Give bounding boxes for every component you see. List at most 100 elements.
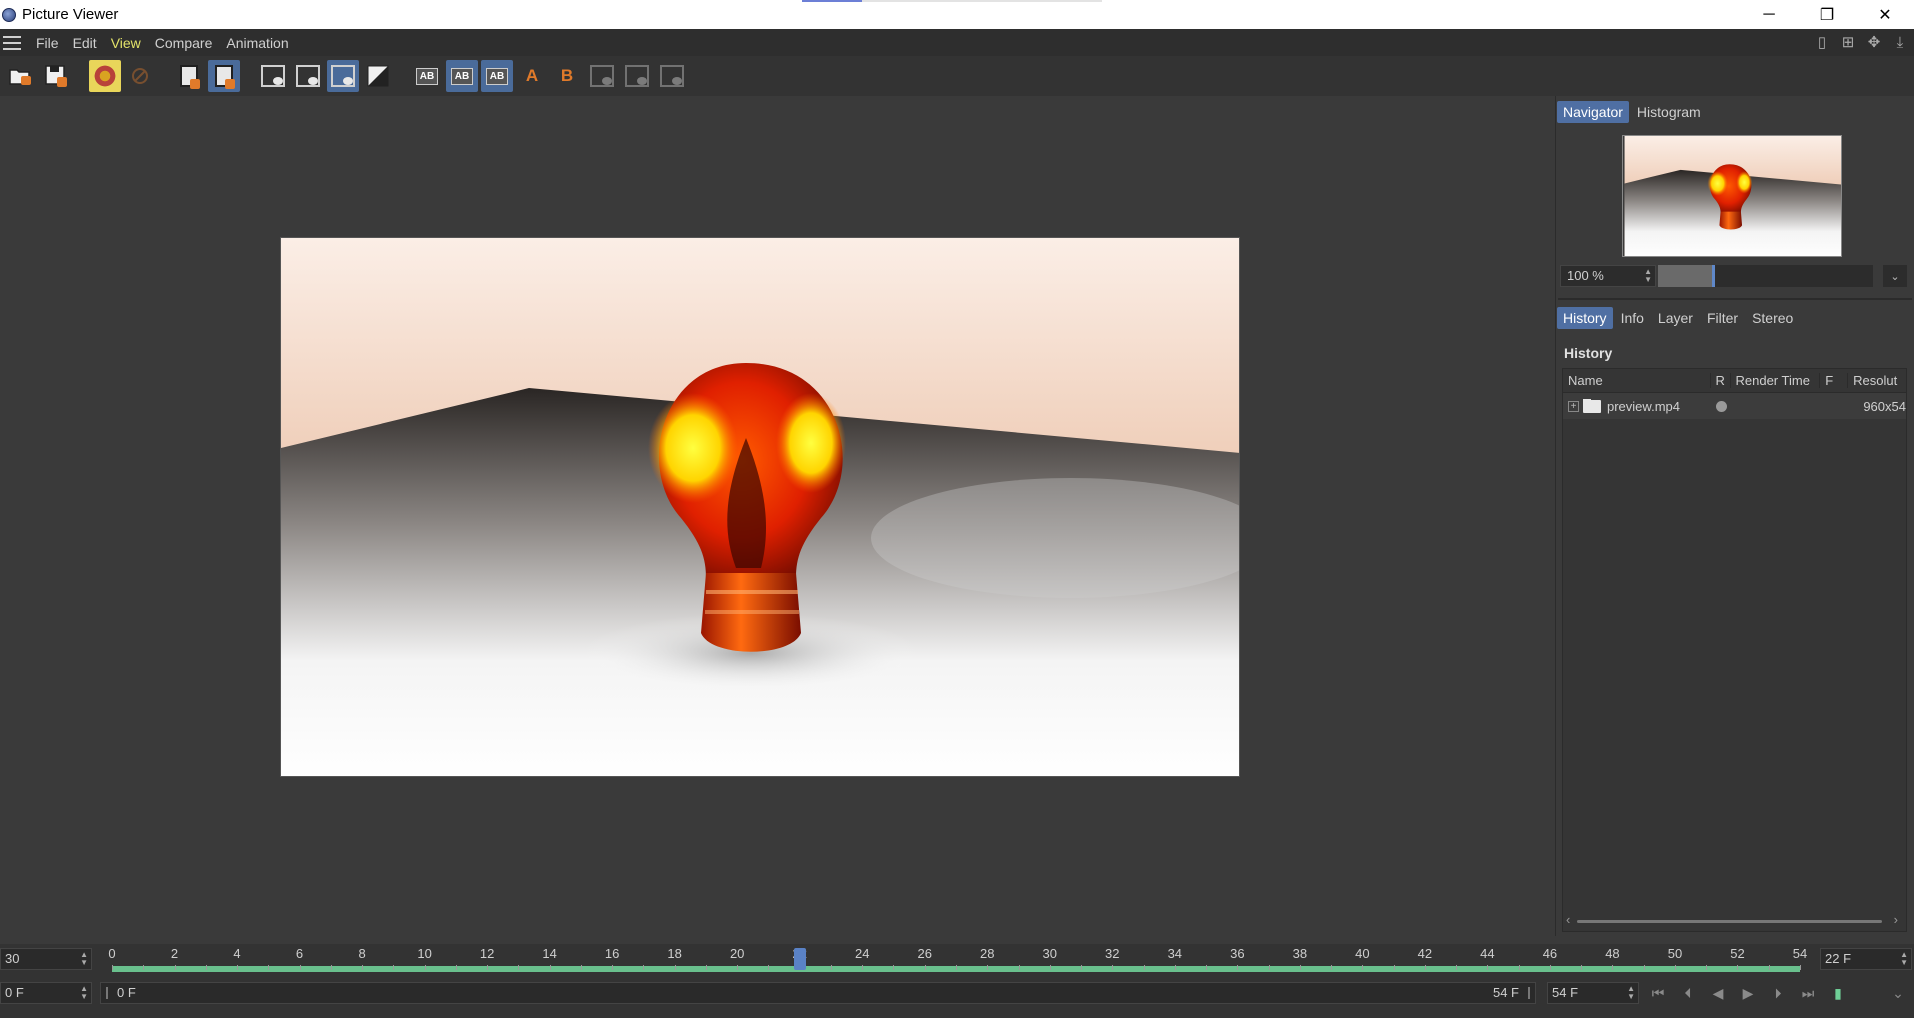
timeline-tick-label: 20 (729, 946, 745, 961)
range-start-handle[interactable] (106, 987, 108, 999)
close-button[interactable]: ✕ (1856, 0, 1914, 29)
preview-range-bar[interactable]: 0 F 54 F (100, 982, 1536, 1004)
image-viewport[interactable] (0, 96, 1560, 936)
documents-icon (215, 65, 235, 89)
playhead[interactable] (793, 948, 806, 970)
toolbar: AB AB AB A B (0, 56, 1914, 96)
zoom-slider-fill (1658, 265, 1714, 287)
current-frame-field[interactable]: 22 F ▲ ▼ (1820, 948, 1912, 970)
column-name[interactable]: Name (1563, 373, 1711, 388)
horizontal-scrollbar[interactable]: ‹ › (1563, 912, 1906, 927)
panel-layout-icon[interactable]: ▯ (1812, 33, 1832, 51)
timeline-tick (424, 965, 426, 970)
ab-overlay-icon: AB (485, 67, 509, 85)
play-backward-icon[interactable]: ◀ (1706, 982, 1730, 1004)
timeline-tick-label: 8 (358, 946, 366, 961)
menu-compare[interactable]: Compare (148, 35, 220, 51)
remove-image-button[interactable] (173, 60, 205, 92)
frame-eye-icon (261, 65, 285, 87)
restore-button[interactable]: ❐ (1798, 0, 1856, 29)
tab-stereo[interactable]: Stereo (1746, 307, 1799, 329)
column-r[interactable]: R (1711, 373, 1731, 388)
column-render-time[interactable]: Render Time (1731, 373, 1821, 388)
end-frame-spinner-icon[interactable]: ▲ ▼ (1627, 985, 1635, 1001)
tab-navigator[interactable]: Navigator (1557, 101, 1629, 123)
set-b-button[interactable]: B (551, 60, 583, 92)
start-frame-field[interactable]: 0 F ▲ ▼ (0, 982, 92, 1004)
ab-split-button[interactable]: AB (446, 60, 478, 92)
timeline-tick (1112, 965, 1114, 970)
ab-overlay-button[interactable]: AB (481, 60, 513, 92)
timeline-tick (1331, 965, 1333, 970)
zoom-slider-handle[interactable] (1711, 265, 1715, 287)
zoom-slider[interactable] (1658, 265, 1873, 287)
timeline-tick (987, 965, 989, 970)
move-icon[interactable]: ✥ (1864, 33, 1884, 51)
ab-compare-button[interactable]: AB (411, 60, 443, 92)
timeline-tick (1362, 965, 1364, 970)
document-icon (180, 65, 200, 89)
next-frame-icon[interactable]: ⏵ (1766, 982, 1790, 1004)
compare-mode-3-button[interactable] (656, 60, 688, 92)
compare-mode-2-button[interactable] (621, 60, 653, 92)
go-to-start-icon[interactable]: ⏮ (1646, 982, 1670, 1004)
zoom-dropdown-icon[interactable]: ⌄ (1883, 265, 1907, 287)
contrast-button[interactable] (362, 60, 394, 92)
mute-icon[interactable] (1856, 982, 1880, 1004)
panel-divider (1558, 298, 1912, 300)
menu-animation[interactable]: Animation (219, 35, 295, 51)
compare-mode-1-button[interactable] (586, 60, 618, 92)
fps-field[interactable]: 30 ▲ ▼ (0, 948, 92, 970)
set-a-button[interactable]: A (516, 60, 548, 92)
view-mode-2-button[interactable] (292, 60, 324, 92)
menu-view[interactable]: View (104, 35, 148, 51)
timeline-tick (1143, 965, 1145, 970)
hamburger-menu-icon[interactable] (3, 35, 21, 50)
start-frame-spinner-icon[interactable]: ▲ ▼ (80, 985, 88, 1001)
tab-layer[interactable]: Layer (1652, 307, 1699, 329)
folder-icon (1583, 398, 1601, 413)
scroll-thumb[interactable] (1577, 920, 1882, 923)
menu-file[interactable]: File (29, 35, 66, 51)
menu-edit[interactable]: Edit (66, 35, 104, 51)
open-file-button[interactable] (5, 60, 37, 92)
tab-history[interactable]: History (1557, 307, 1613, 329)
zoom-fit-icon[interactable]: ⊞ (1838, 33, 1858, 51)
loop-mode-icon[interactable]: ▮ (1826, 982, 1850, 1004)
play-forward-icon[interactable]: ▶ (1736, 982, 1760, 1004)
column-f[interactable]: F (1820, 373, 1849, 388)
go-to-end-icon[interactable]: ⏭ (1796, 982, 1820, 1004)
timeline-tick (518, 965, 520, 970)
view-mode-3-button[interactable] (327, 60, 359, 92)
render-settings-button[interactable] (89, 60, 121, 92)
minimize-button[interactable]: ─ (1740, 0, 1798, 29)
zoom-spinner-icon[interactable]: ▲ ▼ (1644, 268, 1652, 284)
current-frame-spinner-icon[interactable]: ▲ ▼ (1900, 951, 1908, 967)
stop-render-button[interactable] (124, 60, 156, 92)
previous-frame-icon[interactable]: ⏴ (1676, 982, 1700, 1004)
timeline-tick (1768, 965, 1770, 970)
scroll-left-icon[interactable]: ‹ (1566, 912, 1570, 927)
view-mode-1-button[interactable] (257, 60, 289, 92)
table-row[interactable]: + preview.mp4 960x54 (1563, 393, 1906, 419)
timeline-tick (143, 965, 145, 970)
range-end-handle[interactable] (1528, 987, 1530, 999)
fps-spinner-icon[interactable]: ▲ ▼ (80, 951, 88, 967)
expand-icon[interactable]: + (1568, 400, 1579, 412)
pin-icon[interactable]: ⤓ (1890, 33, 1910, 51)
zoom-input[interactable]: 100 % ▲ ▼ (1560, 265, 1656, 287)
timeline-options-icon[interactable]: ⌄ (1886, 982, 1910, 1004)
timeline-ruler[interactable]: 0246810121416182022242628303234363840424… (100, 944, 1810, 974)
end-frame-field[interactable]: 54 F ▲ ▼ (1547, 982, 1639, 1004)
save-button[interactable] (40, 60, 72, 92)
column-resolution[interactable]: Resolut (1848, 373, 1906, 388)
timeline-tick (455, 965, 457, 970)
tab-filter[interactable]: Filter (1701, 307, 1744, 329)
navigator-thumbnail[interactable] (1622, 135, 1842, 257)
remove-all-button[interactable] (208, 60, 240, 92)
timeline-tick-label: 12 (479, 946, 495, 961)
scroll-right-icon[interactable]: › (1894, 912, 1898, 927)
tab-info[interactable]: Info (1615, 307, 1650, 329)
timeline-tick (362, 965, 364, 970)
tab-histogram[interactable]: Histogram (1631, 101, 1707, 123)
